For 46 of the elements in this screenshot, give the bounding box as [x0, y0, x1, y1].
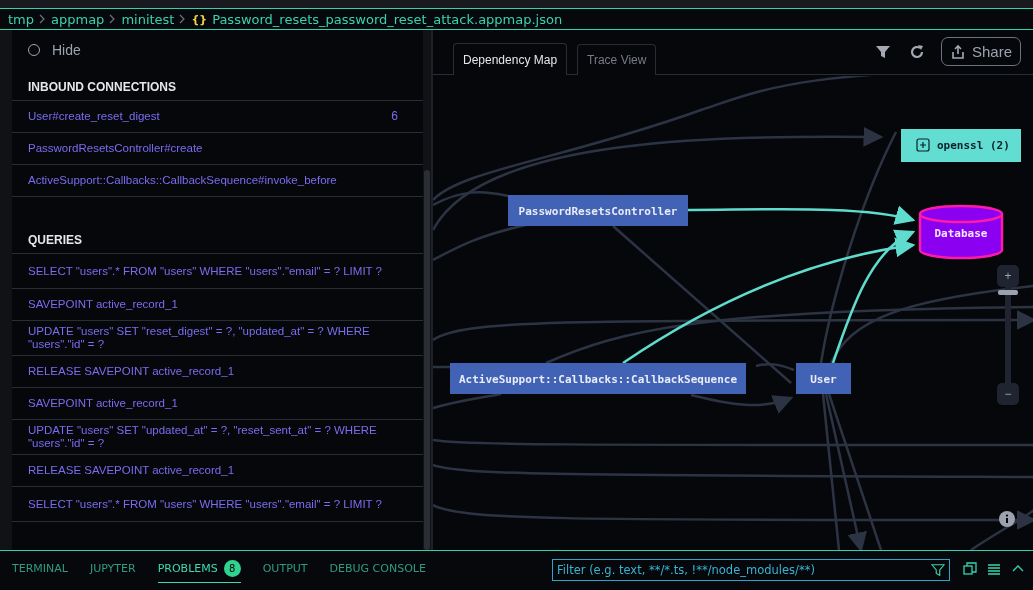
- chevron-icon: [39, 14, 46, 24]
- filter-icon[interactable]: [931, 563, 945, 577]
- info-icon[interactable]: [999, 511, 1015, 527]
- connection-item[interactable]: User#create_reset_digest 6: [12, 101, 423, 133]
- class-node[interactable]: ActiveSupport::Callbacks::CallbackSequence: [450, 363, 746, 394]
- query-item[interactable]: SELECT "users".* FROM "users" WHERE "users"."email" = ? LIMIT ?: [12, 254, 423, 289]
- class-node[interactable]: PasswordResetsController: [508, 195, 688, 226]
- panel-tab[interactable]: TERMINAL: [12, 559, 68, 583]
- query-item[interactable]: UPDATE "users" SET "reset_digest" = ?, "updated_at" = ? WHERE "users"."id" = ?: [12, 321, 423, 356]
- chevron-icon: [179, 14, 187, 24]
- breadcrumb-item[interactable]: Password_resets_password_reset_attack.appmap.json: [212, 11, 563, 27]
- breadcrumb-item[interactable]: appmap: [51, 11, 105, 27]
- section-heading: INBOUND CONNECTIONS: [12, 60, 423, 101]
- query-item[interactable]: SAVEPOINT active_record_1: [12, 289, 423, 321]
- scrollbar-thumb[interactable]: [424, 170, 430, 550]
- count-badge: 8: [223, 560, 241, 577]
- list-icon[interactable]: [987, 562, 1001, 576]
- zoom-out-button[interactable]: −: [997, 383, 1019, 405]
- view-tab[interactable]: Dependency Map: [453, 43, 568, 75]
- zoom-in-button[interactable]: +: [997, 265, 1019, 287]
- breadcrumb-item[interactable]: minitest: [121, 11, 175, 27]
- query-item[interactable]: RELEASE SAVEPOINT active_record_1: [12, 356, 423, 388]
- query-item[interactable]: RELEASE SAVEPOINT active_record_1: [12, 455, 423, 487]
- query-item[interactable]: UPDATE "users" SET "updated_at" = ?, "reset_sent_at" = ? WHERE "users"."id" = ?: [12, 420, 423, 455]
- query-item[interactable]: SELECT "users".* FROM "users" WHERE "users"."email" = ? LIMIT ?: [12, 487, 423, 522]
- filter-field[interactable]: Filter (e.g. text, **/*.ts, !**/node_modules/**): [552, 559, 950, 581]
- package-node[interactable]: openssl (2): [901, 129, 1021, 162]
- class-node[interactable]: User: [796, 363, 851, 394]
- panel-tab[interactable]: OUTPUT: [262, 559, 308, 583]
- query-item[interactable]: SAVEPOINT active_record_1: [12, 388, 423, 420]
- panel-tab[interactable]: PROBLEMS 8: [157, 559, 241, 583]
- connection-item[interactable]: PasswordResetsController#create: [12, 133, 423, 165]
- json-file-icon: {}: [191, 12, 208, 26]
- connection-item[interactable]: ActiveSupport::Callbacks::CallbackSequence#invoke_before: [12, 165, 423, 197]
- radio-label: Hide: [52, 42, 81, 58]
- view-tab[interactable]: Trace View: [577, 44, 657, 75]
- section-heading: QUERIES: [12, 213, 423, 254]
- share-button[interactable]: Share: [940, 37, 1021, 66]
- share-icon: [949, 43, 966, 60]
- copy-icon[interactable]: [963, 562, 977, 576]
- panel-tab[interactable]: DEBUG CONSOLE: [329, 559, 426, 583]
- chevron-icon: [109, 14, 117, 24]
- panel-tab[interactable]: JUPYTER: [89, 559, 136, 583]
- zoom-slider-thumb[interactable]: [998, 290, 1018, 295]
- breadcrumb-item[interactable]: tmp: [8, 11, 34, 27]
- database-node[interactable]: Database: [918, 204, 1004, 260]
